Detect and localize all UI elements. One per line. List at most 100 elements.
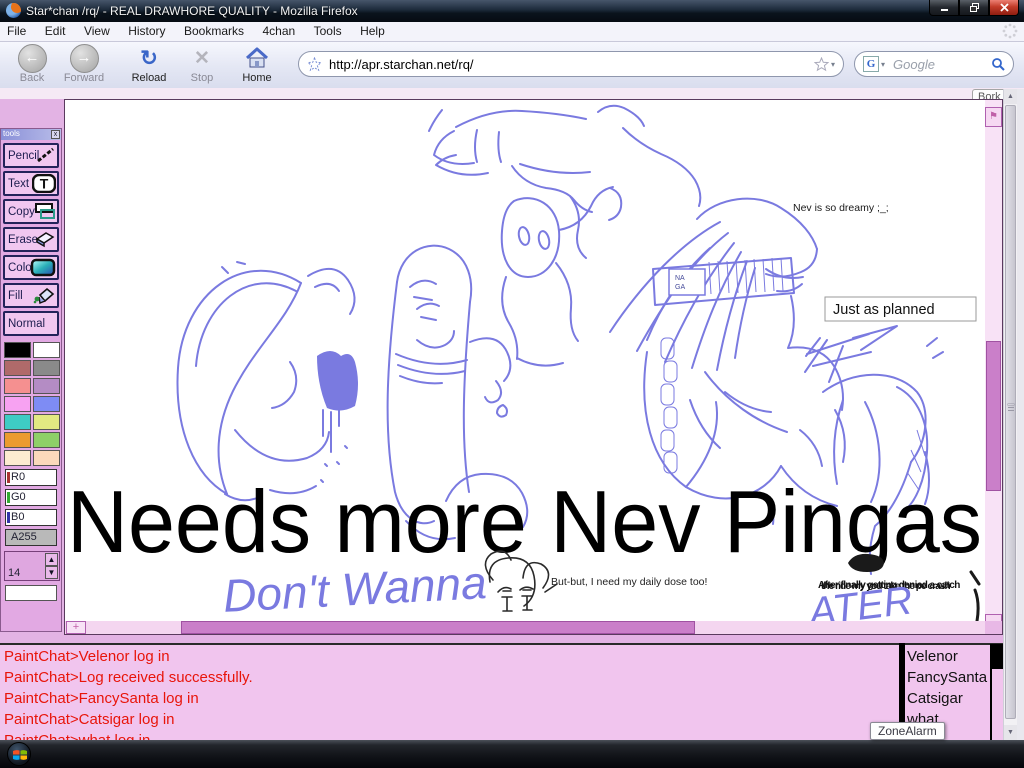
taskbar: 4chan - Mozilla Firef... cZ Blank___ on … — [0, 740, 1024, 768]
color-swatch[interactable] — [4, 342, 31, 358]
doodle-visor-label-box — [669, 269, 705, 295]
back-icon: ← — [18, 44, 47, 73]
scroll-up-icon[interactable]: ▲ — [1004, 89, 1017, 104]
bookmark-star-icon[interactable] — [814, 57, 829, 72]
color-swatch[interactable] — [4, 414, 31, 430]
red-value-field[interactable]: R0 — [5, 469, 57, 486]
reload-icon: ↻ — [140, 46, 158, 71]
firefox-window: Star*chan /rq/ - REAL DRAWHORE QUALITY -… — [0, 0, 1024, 768]
window-titlebar[interactable]: Star*chan /rq/ - REAL DRAWHORE QUALITY -… — [0, 0, 1024, 22]
user-list-item: Velenor — [907, 648, 958, 665]
minimize-button[interactable] — [929, 0, 959, 16]
tool-erase[interactable]: Erase — [3, 227, 59, 252]
navigation-toolbar: ← Back → Forward ▾ ↻ Reload ✕ Stop Home … — [0, 42, 1024, 89]
user-list-item: Catsigar — [907, 690, 963, 707]
color-swatch[interactable] — [4, 360, 31, 376]
color-swatch[interactable] — [33, 378, 60, 394]
menu-file[interactable]: File — [0, 22, 33, 38]
menu-view[interactable]: View — [77, 22, 117, 38]
back-button[interactable]: ← Back — [10, 44, 54, 84]
restore-button[interactable] — [959, 0, 989, 16]
chat-line: PaintChat>Log received successfully. — [4, 669, 253, 686]
tool-fill[interactable]: Fill — [3, 283, 59, 308]
color-swatch[interactable] — [33, 450, 60, 466]
url-dropdown-icon[interactable]: ▾ — [831, 60, 835, 69]
search-box[interactable]: G ▾ Google — [854, 51, 1014, 77]
canvas-vertical-scrollbar[interactable]: ⚑ — [985, 100, 1002, 634]
current-color-preview — [5, 585, 57, 601]
planned-text: Just as planned — [833, 302, 935, 318]
zoom-plus-button[interactable]: + — [66, 621, 86, 634]
stop-button[interactable]: ✕ Stop — [182, 44, 222, 84]
menu-bar: File Edit View History Bookmarks 4chan T… — [0, 22, 1024, 42]
url-bar[interactable]: http://apr.starchan.net/rq/ ▾ — [298, 51, 844, 77]
home-button[interactable]: Home — [234, 44, 280, 84]
tools-palette-titlebar[interactable]: tools x — [1, 129, 61, 140]
menu-tools[interactable]: Tools — [307, 22, 349, 38]
alpha-value-field[interactable]: A255 — [5, 529, 57, 546]
chat-line: PaintChat>Catsigar log in — [4, 711, 175, 728]
color-swatch[interactable] — [4, 432, 31, 448]
tool-normal-mode[interactable]: Normal — [3, 311, 59, 336]
size-down-icon[interactable]: ▼ — [45, 566, 58, 579]
flag-button[interactable]: ⚑ — [985, 107, 1002, 127]
search-engine-dropdown[interactable]: ▾ — [881, 60, 885, 69]
close-button[interactable] — [989, 0, 1019, 16]
color-swatch[interactable] — [33, 360, 60, 376]
browser-scrollbar[interactable]: ▲ ▼ — [1003, 89, 1017, 740]
userlist-scroll-thumb[interactable] — [990, 644, 1004, 669]
menu-bookmarks[interactable]: Bookmarks — [177, 22, 251, 38]
vertical-scroll-thumb[interactable] — [986, 341, 1001, 491]
menu-edit[interactable]: Edit — [38, 22, 73, 38]
brush-size-box[interactable]: 14 ▲ ▼ — [4, 551, 60, 581]
windows-logo-icon — [12, 747, 28, 763]
color-swatch[interactable] — [4, 450, 31, 466]
search-icon[interactable] — [991, 57, 1005, 71]
canvas-drawing: NA GA — [65, 100, 985, 621]
browser-scroll-thumb[interactable] — [1005, 105, 1016, 719]
dreamy-caption: Nev is so dreamy ;_; — [793, 202, 889, 214]
tool-text[interactable]: Text T — [3, 171, 59, 196]
daily-dose-caption: But-but, I need my daily dose too! — [551, 576, 707, 588]
color-swatch[interactable] — [33, 432, 60, 448]
forward-button[interactable]: → Forward — [58, 44, 110, 84]
restore-icon — [970, 3, 979, 12]
chat-line: PaintChat>Velenor log in — [4, 648, 170, 665]
green-value-field[interactable]: G0 — [5, 489, 57, 506]
search-placeholder[interactable]: Google — [893, 57, 991, 72]
color-swatch[interactable] — [4, 396, 31, 412]
color-swatch[interactable] — [33, 414, 60, 430]
drawing-canvas[interactable]: NA GA — [65, 100, 985, 621]
tools-close-icon[interactable]: x — [51, 130, 60, 139]
horizontal-scroll-thumb[interactable] — [181, 621, 695, 634]
doodle-black-stroke — [971, 572, 979, 621]
color-swatch[interactable] — [4, 378, 31, 394]
tool-pencil[interactable]: Pencil — [3, 143, 59, 168]
color-swatch[interactable] — [33, 342, 60, 358]
reload-button[interactable]: ↻ Reload — [124, 44, 174, 84]
scroll-down-icon[interactable]: ▼ — [1004, 725, 1017, 740]
tool-color[interactable]: Color — [3, 255, 59, 280]
doodle-ink-blob — [317, 351, 358, 411]
menu-4chan[interactable]: 4chan — [255, 22, 302, 38]
eraser-icon — [32, 230, 56, 254]
menu-history[interactable]: History — [121, 22, 172, 38]
firefox-icon — [6, 3, 21, 18]
url-text[interactable]: http://apr.starchan.net/rq/ — [329, 57, 814, 72]
color-swatch[interactable] — [33, 396, 60, 412]
menu-help[interactable]: Help — [353, 22, 392, 38]
canvas-horizontal-scrollbar[interactable]: + — [65, 621, 985, 634]
chat-line: PaintChat>what log in — [4, 732, 150, 740]
start-button[interactable] — [7, 742, 31, 766]
pencil-icon — [36, 146, 56, 169]
minimize-icon — [940, 3, 949, 12]
doodle-top-arm — [429, 106, 700, 258]
google-engine-icon[interactable]: G — [863, 56, 879, 72]
copy-icon — [32, 202, 56, 226]
close-icon — [1000, 3, 1009, 12]
page-top-strip — [0, 88, 1024, 99]
tools-palette: tools x Pencil Text T Copy Erase Color F… — [0, 128, 62, 632]
tool-copy[interactable]: Copy — [3, 199, 59, 224]
size-up-icon[interactable]: ▲ — [45, 553, 58, 566]
blue-value-field[interactable]: B0 — [5, 509, 57, 526]
